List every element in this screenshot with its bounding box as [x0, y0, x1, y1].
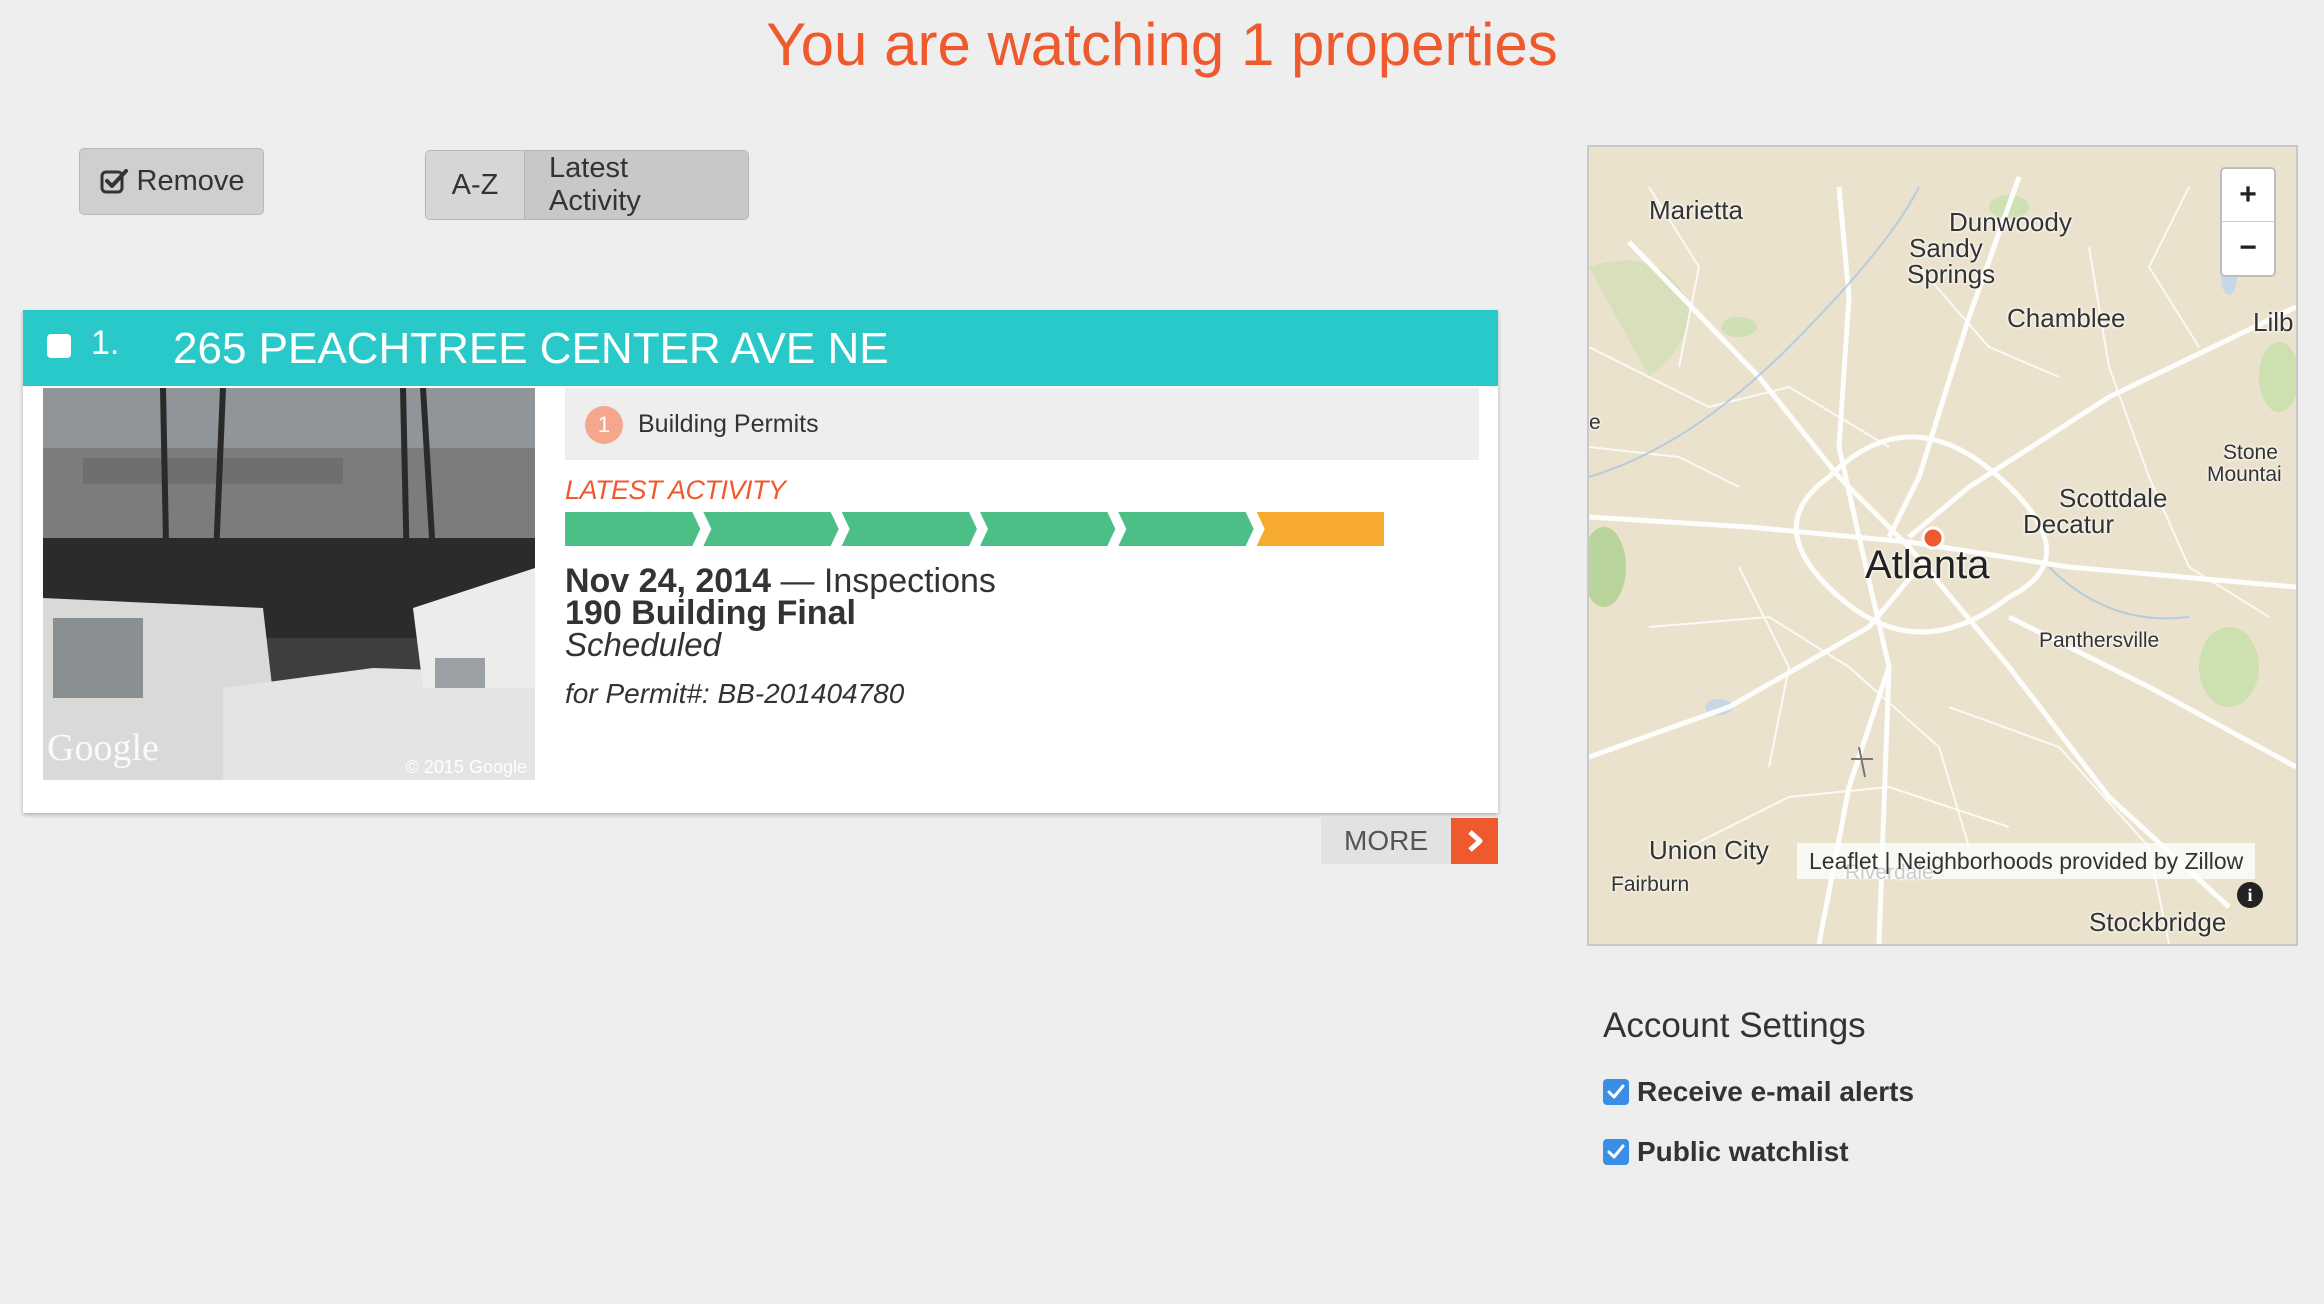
property-index: 1.: [91, 324, 120, 362]
progress-step: [980, 512, 1116, 546]
zoom-in-button[interactable]: +: [2222, 169, 2274, 222]
permit-type-label: Building Permits: [638, 410, 819, 438]
photo-copyright: © 2015 Google: [405, 757, 527, 777]
remove-button[interactable]: Remove: [79, 148, 264, 215]
chevron-right-icon: [1451, 818, 1498, 864]
account-settings-title: Account Settings: [1603, 1006, 1866, 1045]
info-icon[interactable]: i: [2237, 882, 2263, 908]
email-alerts-label: Receive e-mail alerts: [1637, 1076, 1915, 1107]
more-button[interactable]: MORE: [1321, 818, 1498, 864]
map-label-stockbridge: Stockbridge: [2089, 907, 2227, 937]
public-watchlist-setting[interactable]: Public watchlist: [1603, 1136, 1849, 1168]
map-label-decatur: Decatur: [2023, 509, 2115, 539]
permit-count-badge: 1: [585, 406, 623, 444]
latest-activity-label: LATEST ACTIVITY: [565, 475, 786, 505]
progress-step: [1256, 512, 1384, 546]
checkbox-checked-icon: [100, 168, 128, 193]
activity-status: Scheduled: [565, 626, 721, 663]
public-watchlist-label: Public watchlist: [1637, 1136, 1849, 1167]
property-card-header: 1. 265 PEACHTREE CENTER AVE NE: [23, 310, 1498, 386]
progress-step: [565, 512, 701, 546]
page-title: You are watching 1 properties: [766, 11, 1558, 78]
map-label-lilb: Lilb: [2253, 307, 2294, 337]
permits-summary[interactable]: 1 Building Permits: [565, 388, 1479, 460]
map-label-mountai: Mountai: [2207, 463, 2282, 486]
property-select-checkbox[interactable]: [47, 334, 71, 358]
map-label-marietta: Marietta: [1649, 195, 1743, 225]
progress-step: [841, 512, 977, 546]
map[interactable]: Marietta Dunwoody Sandy Springs Chamblee…: [1587, 145, 2298, 946]
zoom-out-button[interactable]: −: [2222, 222, 2274, 274]
progress-step: [1118, 512, 1254, 546]
activity-progress-bar: [565, 512, 1395, 546]
sort-toggle-group: A-Z Latest Activity: [425, 150, 749, 220]
sort-az-button[interactable]: A-Z: [426, 151, 525, 219]
activity-permit-number: for Permit#: BB-201404780: [565, 678, 905, 709]
map-label-atlanta: Atlanta: [1865, 543, 1990, 587]
map-label-stone: Stone: [2223, 441, 2278, 464]
map-label-springs: Springs: [1907, 259, 1996, 289]
map-label-e: e: [1589, 411, 1601, 434]
street-view-photo[interactable]: Google © 2015 Google: [43, 388, 535, 780]
progress-step: [703, 512, 839, 546]
map-label-chamblee: Chamblee: [2007, 303, 2126, 333]
email-alerts-setting[interactable]: Receive e-mail alerts: [1603, 1076, 1914, 1108]
property-card: 1. 265 PEACHTREE CENTER AVE NE Google © …: [23, 310, 1498, 813]
map-label-fairburn: Fairburn: [1611, 873, 1690, 896]
sort-latest-activity-button[interactable]: Latest Activity: [525, 151, 748, 219]
email-alerts-checkbox[interactable]: [1603, 1079, 1629, 1105]
property-address[interactable]: 265 PEACHTREE CENTER AVE NE: [173, 324, 889, 374]
remove-label: Remove: [136, 165, 245, 197]
map-label-panthersville: Panthersville: [2039, 629, 2160, 652]
map-label-union-city: Union City: [1649, 835, 1769, 865]
more-label: MORE: [1321, 818, 1451, 864]
map-attribution[interactable]: Leaflet | Neighborhoods provided by Zill…: [1797, 843, 2256, 879]
map-zoom-control: + −: [2220, 167, 2276, 277]
google-watermark: Google: [47, 727, 159, 769]
public-watchlist-checkbox[interactable]: [1603, 1139, 1629, 1165]
